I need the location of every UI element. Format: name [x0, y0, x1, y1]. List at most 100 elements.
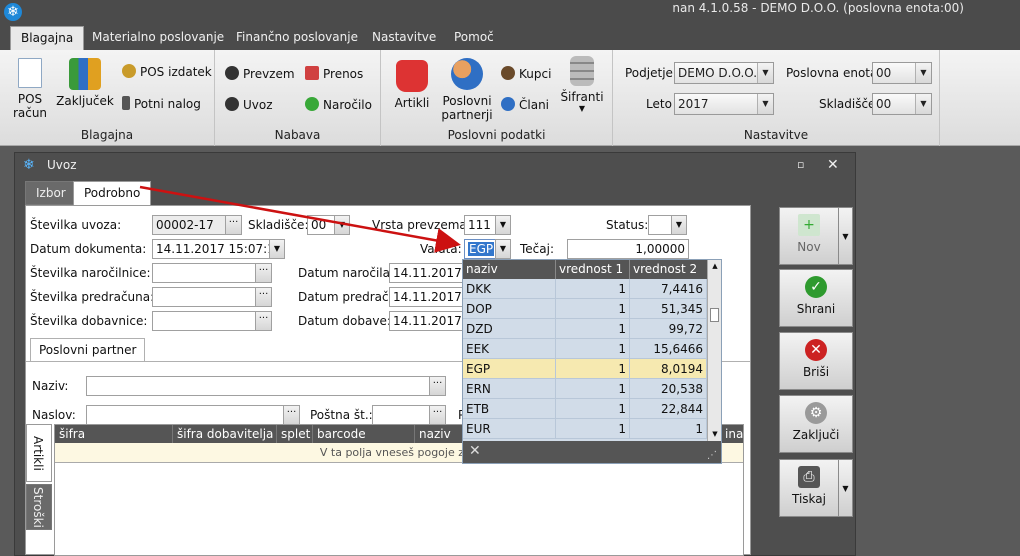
dropdown-row[interactable]: DZD 1 99,72 [463, 319, 707, 339]
sifranti-button[interactable]: Šifranti ▼ [557, 56, 607, 114]
naziv-field[interactable] [86, 376, 430, 396]
vrsta-prevzema-field[interactable]: 111 [464, 215, 496, 235]
chevron-down-icon[interactable]: ▼ [915, 63, 931, 83]
close-icon[interactable]: ✕ [469, 443, 481, 459]
datum-dokumenta-field[interactable]: 14.11.2017 15:07:17 [152, 239, 270, 259]
dropdown-col-vrednost-2[interactable]: vrednost 2 [630, 260, 707, 279]
dropdown-row[interactable]: DOP 1 51,345 [463, 299, 707, 319]
add-icon [305, 97, 319, 111]
dropdown-col-naziv[interactable]: naziv [463, 260, 556, 279]
tiskaj-dropdown-chevron-icon[interactable]: ▼ [839, 459, 853, 517]
scrollbar-thumb[interactable] [710, 308, 719, 322]
artikli-button[interactable]: Artikli [389, 60, 435, 110]
tab-stroski[interactable]: Stroški [26, 484, 52, 530]
grid-col-sifra-dobavitelja[interactable]: šifra dobavitelja [173, 425, 277, 443]
scroll-down-icon[interactable]: ▼ [708, 428, 722, 440]
ribbon-group-poslovni: Artikli Poslovni partnerji Kupci Člani Š… [381, 50, 613, 146]
stevilka-narocilnice-field[interactable] [152, 263, 256, 283]
dropdown-row[interactable]: DKK 1 7,4416 [463, 279, 707, 299]
valuta-field[interactable]: EGP [464, 239, 496, 259]
dropdown-row[interactable]: EUR 1 1 [463, 419, 707, 439]
dropdown-row[interactable]: ETB 1 22,844 [463, 399, 707, 419]
app-title-bar: ❄ nan 4.1.0.58 - DEMO D.O.O. (poslovna e… [0, 0, 1020, 26]
tecaj-field[interactable]: 1,00000 [567, 239, 689, 259]
tab-poslovni-partner[interactable]: Poslovni partner [30, 338, 146, 362]
podjetje-label: Podjetje [625, 66, 673, 80]
naslov-field[interactable] [86, 405, 284, 425]
nov-button[interactable]: + Nov [779, 207, 839, 265]
datum-dobave-field[interactable]: 14.11.2017 [389, 311, 465, 331]
resize-grip-icon[interactable]: ⋰ [707, 450, 717, 461]
kupci-button[interactable]: Kupci [501, 66, 551, 81]
chevron-down-icon[interactable]: ▼ [671, 215, 687, 235]
postna-st-field[interactable] [372, 405, 430, 425]
grid-col-sifra[interactable]: šifra [55, 425, 173, 443]
chevron-down-icon[interactable]: ▼ [269, 239, 285, 259]
zakljuci-button[interactable]: ⚙ Zaključi [779, 395, 853, 453]
dropdown-col-vrednost-1[interactable]: vrednost 1 [556, 260, 630, 279]
ribbon-tab-blagajna[interactable]: Blagajna [10, 26, 85, 51]
ribbon-group-nastavitve: Podjetje DEMO D.O.O. ▼ Leto 2017 ▼ Poslo… [613, 50, 940, 146]
ellipsis-button[interactable]: ··· [283, 405, 300, 425]
clani-button[interactable]: Člani [501, 97, 549, 112]
zakljucek-button[interactable]: Zaključek [56, 58, 114, 108]
prenos-button[interactable]: Prenos [305, 66, 363, 81]
chevron-down-icon[interactable]: ▼ [495, 239, 511, 259]
potni-nalog-button[interactable]: Potni nalog [122, 96, 201, 111]
stevilka-predracuna-field[interactable] [152, 287, 256, 307]
stevilka-dobavnice-field[interactable] [152, 311, 256, 331]
chevron-down-icon: ▼ [578, 104, 586, 113]
ellipsis-button[interactable]: ··· [225, 215, 242, 235]
scroll-up-icon[interactable]: ▲ [708, 260, 722, 272]
poslovni-partnerji-button[interactable]: Poslovni partnerji [439, 58, 495, 122]
skladisce-ribbon-select[interactable]: 00 ▼ [872, 93, 932, 115]
chevron-down-icon[interactable]: ▼ [757, 63, 773, 83]
tab-artikli[interactable]: Artikli [26, 424, 52, 482]
tiskaj-button[interactable]: ⎙ Tiskaj [779, 459, 839, 517]
chevron-down-icon[interactable]: ▼ [757, 94, 773, 114]
chevron-down-icon[interactable]: ▼ [915, 94, 931, 114]
dropdown-row[interactable]: EGP 1 8,0194 [463, 359, 707, 379]
pos-racun-button[interactable]: POS račun [8, 58, 52, 120]
ellipsis-button[interactable]: ··· [255, 263, 272, 283]
nov-dropdown-chevron-icon[interactable]: ▼ [839, 207, 853, 265]
dropdown-row[interactable]: EEK 1 15,6466 [463, 339, 707, 359]
dropdown-scrollbar[interactable]: ▲ ▼ [707, 260, 721, 441]
maximize-icon[interactable]: ▫ [797, 153, 804, 177]
grid-col-splet[interactable]: splet [277, 425, 313, 443]
tab-podrobno[interactable]: Podrobno [73, 181, 152, 206]
dropdown-cell-vrednost-2: 51,345 [630, 299, 707, 319]
skladisce-field[interactable]: 00 [307, 215, 335, 235]
grid-col-barcode[interactable]: barcode [313, 425, 415, 443]
ellipsis-button[interactable]: ··· [429, 405, 446, 425]
prevzem-button[interactable]: Prevzem [225, 66, 295, 81]
ellipsis-button[interactable]: ··· [429, 376, 446, 396]
datum-dokumenta-label: Datum dokumenta: [30, 242, 147, 256]
leto-select[interactable]: 2017 ▼ [674, 93, 774, 115]
tab-izbor[interactable]: Izbor [25, 181, 77, 205]
datum-predracuna-field[interactable]: 14.11.2017 [389, 287, 465, 307]
ribbon-tab-pomoc[interactable]: Pomoč [444, 26, 504, 50]
brisi-button[interactable]: ✕ Briši [779, 332, 853, 390]
snowflake-app-icon[interactable]: ❄ [4, 3, 22, 21]
dropdown-row[interactable]: ERN 1 20,538 [463, 379, 707, 399]
ribbon-tab-materialno[interactable]: Materialno poslovanje [82, 26, 234, 50]
grid-col-tail[interactable]: ina [721, 425, 743, 443]
dropdown-cell-naziv: EUR [463, 419, 556, 439]
ellipsis-button[interactable]: ··· [255, 311, 272, 331]
chevron-down-icon[interactable]: ▼ [334, 215, 350, 235]
ribbon-tab-nastavitve[interactable]: Nastavitve [362, 26, 446, 50]
podjetje-select[interactable]: DEMO D.O.O. ▼ [674, 62, 774, 84]
ellipsis-button[interactable]: ··· [255, 287, 272, 307]
poslovna-enota-select[interactable]: 00 ▼ [872, 62, 932, 84]
status-field[interactable] [648, 215, 672, 235]
pos-izdatek-button[interactable]: POS izdatek [122, 64, 212, 79]
uvoz-button[interactable]: Uvoz [225, 97, 273, 112]
datum-narocila-field[interactable]: 14.11.2017 [389, 263, 465, 283]
chevron-down-icon[interactable]: ▼ [495, 215, 511, 235]
shrani-button[interactable]: ✓ Shrani [779, 269, 853, 327]
stevilka-uvoza-field[interactable]: 00002-17 [152, 215, 226, 235]
narocilo-button[interactable]: Naročilo [305, 97, 372, 112]
close-icon[interactable]: ✕ [827, 153, 839, 177]
ribbon-tab-financno[interactable]: Finančno poslovanje [226, 26, 368, 50]
